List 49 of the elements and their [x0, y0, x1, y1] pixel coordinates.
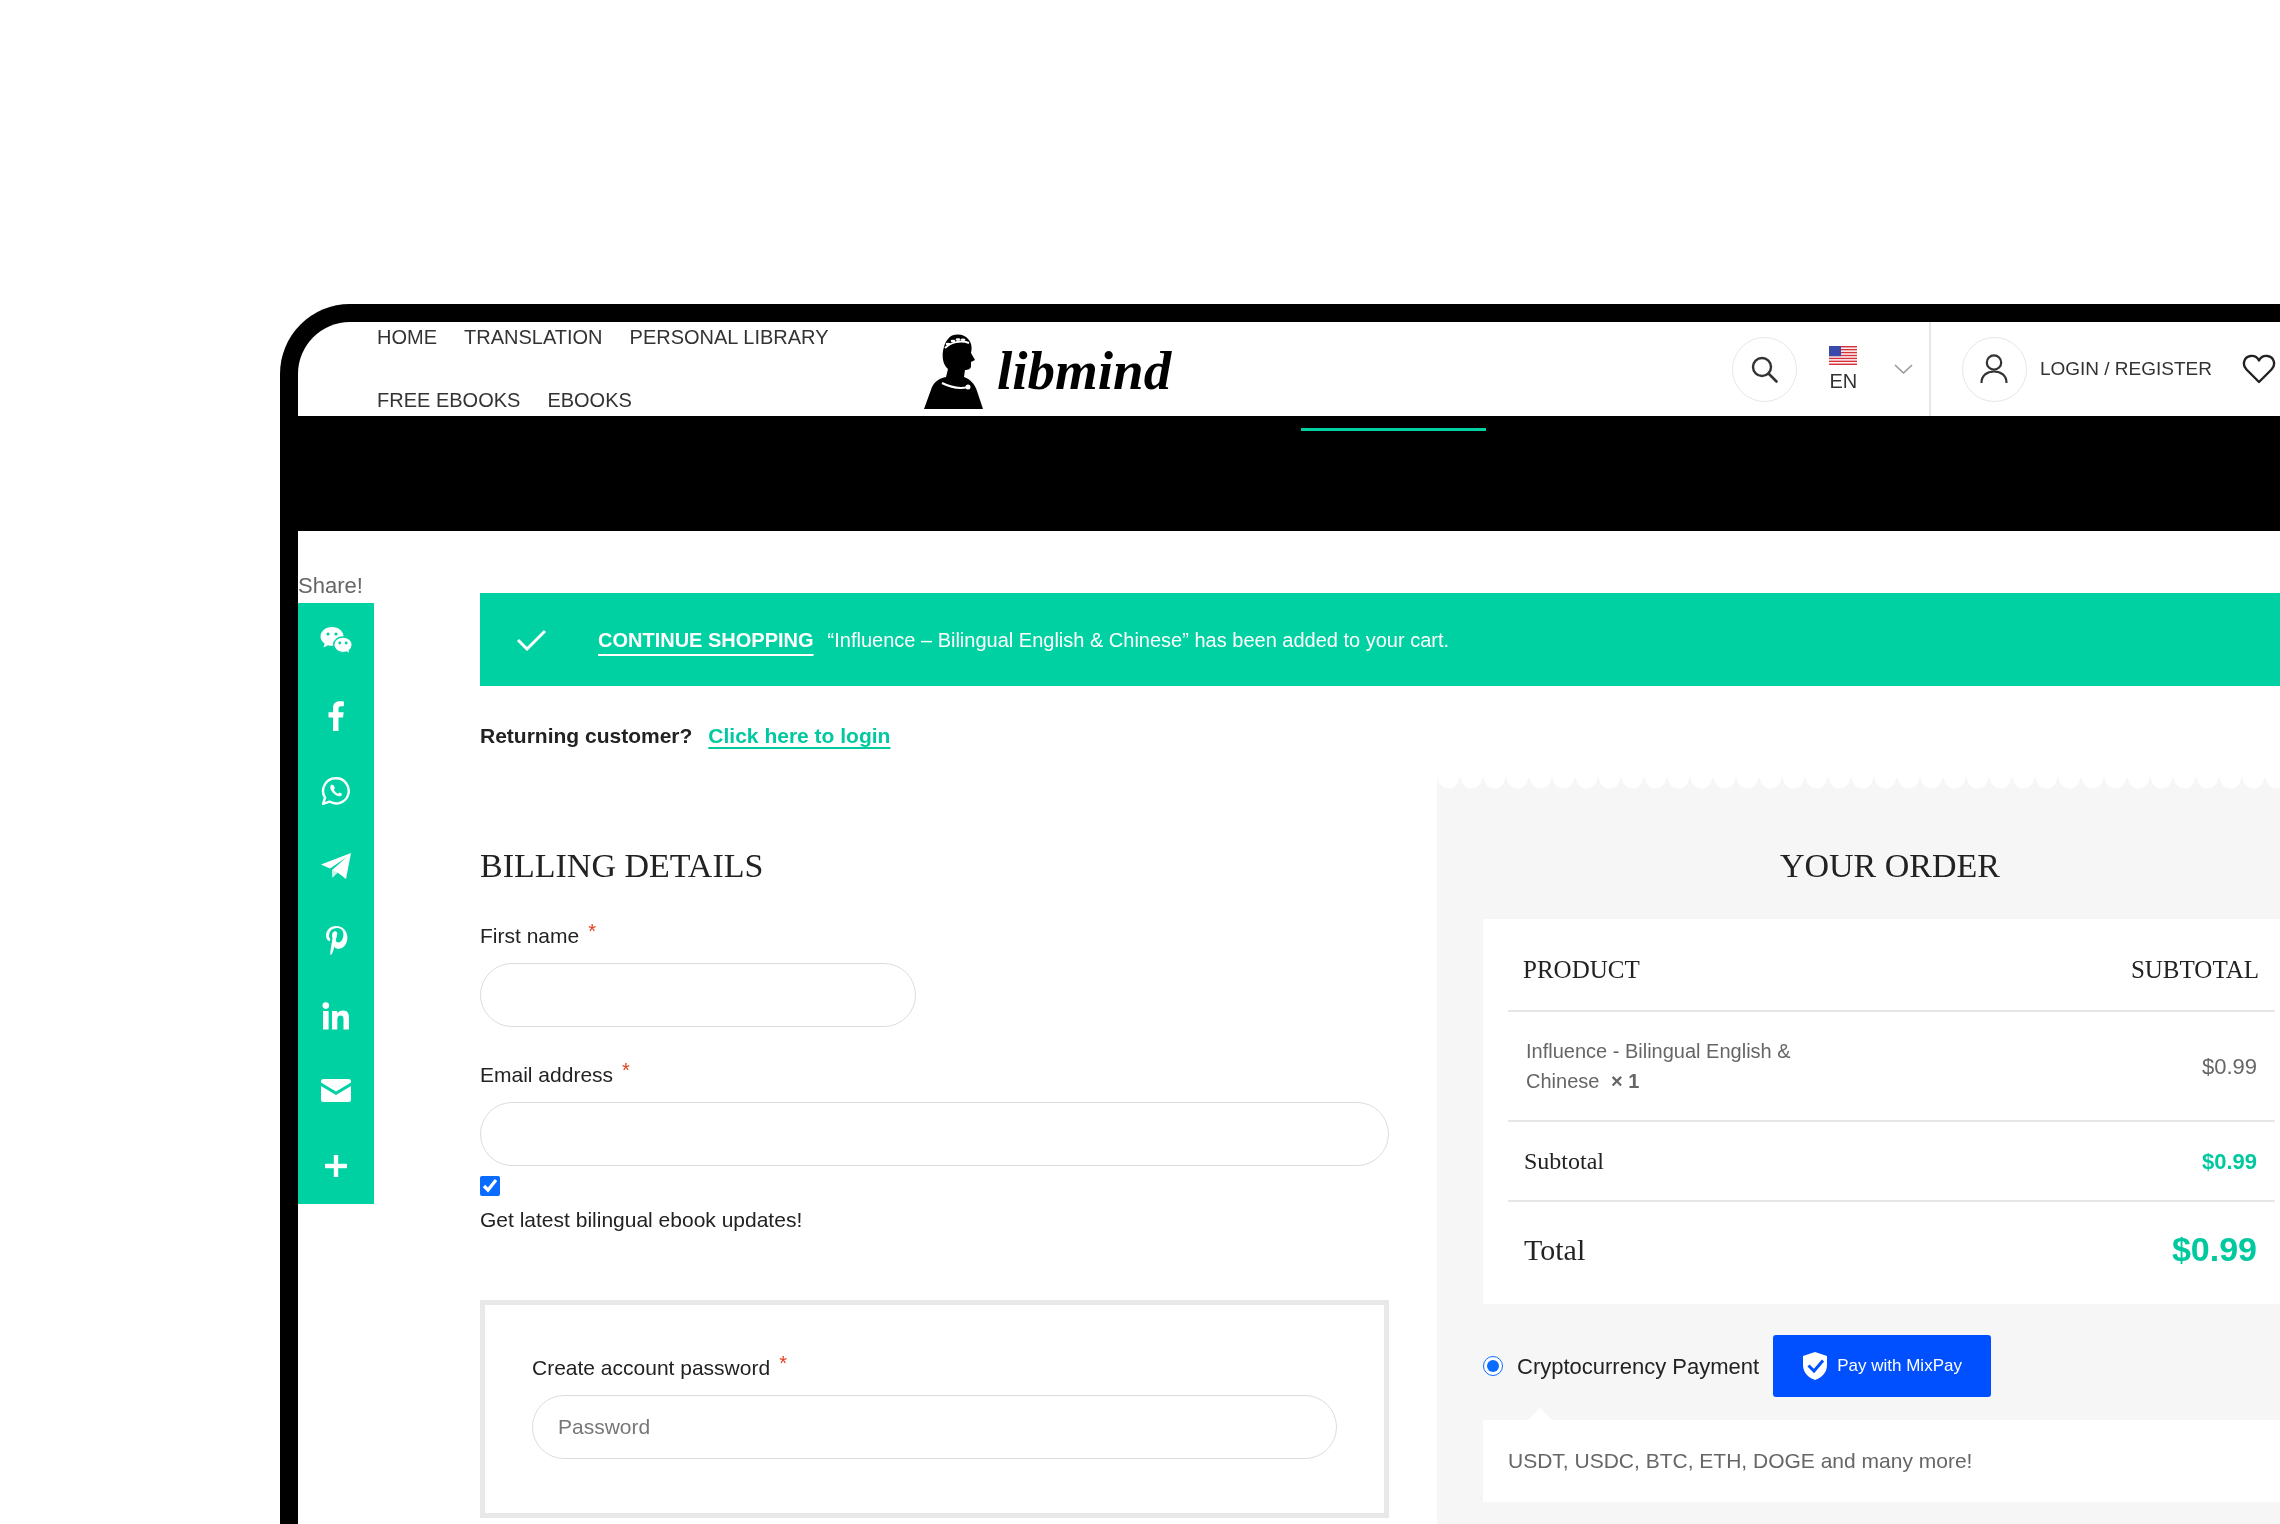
logo-text[interactable]: libmind: [997, 343, 1172, 398]
field-label: First name: [480, 923, 580, 949]
heart-icon[interactable]: [2242, 354, 2276, 384]
product-item-text: Influence - Bilingual English & Chinese × 1: [1526, 1039, 1792, 1094]
wechat-icon[interactable]: [319, 626, 353, 655]
returning-customer-text: Returning customer?: [480, 723, 693, 749]
nav-link[interactable]: EBOOKS: [547, 385, 632, 415]
envelope-icon[interactable]: [321, 1079, 351, 1102]
subtotal-label: Subtotal: [1524, 1147, 1604, 1176]
search-icon: [1751, 355, 1779, 383]
section-heading: YOUR ORDER: [1779, 846, 2001, 886]
payment-method-label: Cryptocurrency Payment: [1517, 1352, 1760, 1381]
nav-link[interactable]: PERSONAL LIBRARY: [629, 322, 829, 352]
cart-notice-text: “Influence – Bilingual English & Chinese” has been added to your cart.: [827, 627, 1450, 653]
login-register-link[interactable]: LOGIN / REGISTER: [2039, 354, 2212, 384]
linkedin-icon[interactable]: [322, 1001, 350, 1030]
paper-plane-icon[interactable]: [320, 851, 352, 880]
total-value: $0.99: [2171, 1228, 2257, 1270]
required-mark: *: [622, 1060, 630, 1080]
column-header: SUBTOTAL: [2130, 954, 2259, 985]
pinterest-icon[interactable]: [324, 925, 348, 956]
shield-icon: [1802, 1351, 1829, 1381]
nav-link[interactable]: HOME: [377, 322, 437, 352]
required-mark: *: [779, 1353, 787, 1373]
line-subtotal: $0.99: [2201, 1052, 2257, 1081]
newsletter-label: Get latest bilingual ebook updates!: [480, 1207, 803, 1233]
nav-link[interactable]: FREE EBOOKS: [377, 385, 521, 415]
field-label: Create account password: [532, 1355, 771, 1381]
pay-button[interactable]: Pay with MixPay: [1773, 1335, 1992, 1397]
total-label: Total: [1524, 1231, 1586, 1268]
check-icon: [516, 628, 547, 651]
user-icon: [1980, 354, 2009, 384]
chevron-down-icon: [1894, 364, 1914, 374]
plus-icon[interactable]: [325, 1154, 347, 1177]
nav-link[interactable]: TRANSLATION: [464, 322, 603, 352]
flag-icon: [1829, 345, 1858, 365]
section-heading: BILLING DETAILS: [480, 846, 764, 886]
whatsapp-icon[interactable]: [321, 775, 351, 806]
payment-description: USDT, USDC, BTC, ETH, DOGE and many more!: [1508, 1448, 1973, 1475]
subtotal-value: $0.99: [2201, 1147, 2257, 1176]
share-label: Share!: [298, 573, 364, 599]
payment-radio[interactable]: [1483, 1356, 1503, 1376]
newsletter-checkbox[interactable]: [480, 1176, 500, 1196]
field-label: Email address: [480, 1062, 614, 1088]
password-field[interactable]: Password: [532, 1395, 1337, 1459]
required-mark: *: [588, 921, 596, 941]
language-selector[interactable]: EN: [1825, 345, 1914, 393]
facebook-icon[interactable]: [328, 700, 344, 731]
column-header: PRODUCT: [1523, 954, 1640, 985]
